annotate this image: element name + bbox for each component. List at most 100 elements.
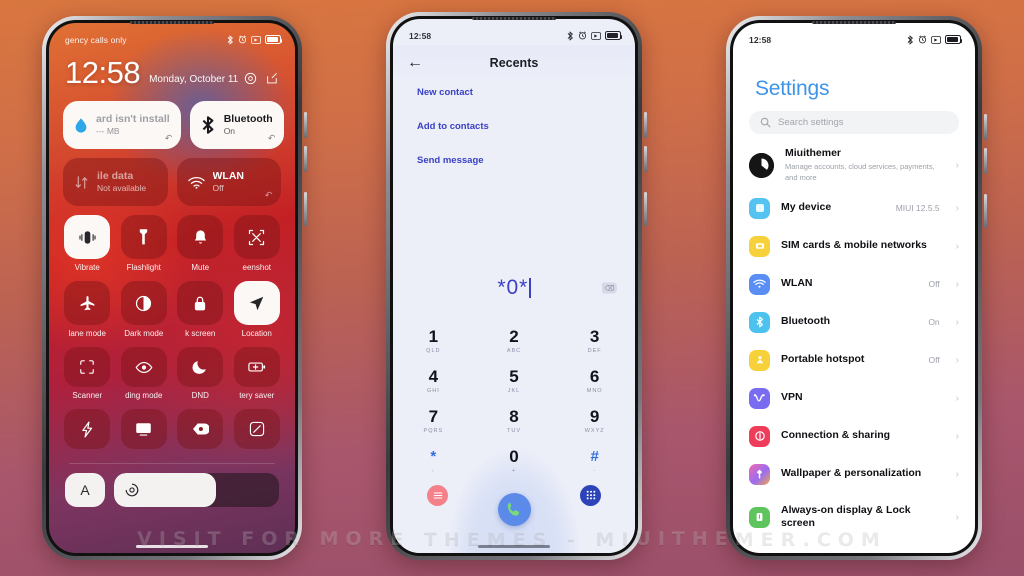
side-button-volume-down[interactable] bbox=[644, 146, 647, 172]
edit-icon[interactable] bbox=[266, 72, 279, 85]
settings-row-sim-cards[interactable]: SIM cards & mobile networks › bbox=[733, 227, 975, 265]
side-button-volume-up[interactable] bbox=[984, 114, 987, 140]
key-6[interactable]: 6 MNO bbox=[554, 361, 635, 401]
key-4[interactable]: 4 GHI bbox=[393, 361, 474, 401]
settings-label: VPN bbox=[781, 391, 803, 404]
tile-expand-arrow[interactable]: ↷ bbox=[164, 132, 173, 144]
settings-row-connection-sharing[interactable]: Connection & sharing › bbox=[733, 417, 975, 455]
quick-settings-grid-row-4 bbox=[63, 409, 281, 453]
home-indicator[interactable] bbox=[136, 545, 208, 548]
tile-reading-mode[interactable]: ding mode bbox=[120, 347, 169, 400]
tile-vibrate[interactable]: Vibrate bbox=[63, 215, 112, 272]
key-7-sub: PQRS bbox=[423, 428, 444, 434]
page-title: Settings bbox=[755, 77, 830, 100]
tile-cast[interactable] bbox=[120, 409, 169, 453]
key-1[interactable]: 1 QLD bbox=[393, 321, 474, 361]
tile-mute[interactable]: Mute bbox=[176, 215, 225, 272]
settings-label: WLAN bbox=[781, 277, 813, 290]
key-7[interactable]: 7 PQRS bbox=[393, 401, 474, 441]
settings-row-aod-lockscreen[interactable]: Always-on display & Lock screen › bbox=[733, 493, 975, 541]
key-hash[interactable]: #. bbox=[554, 441, 635, 481]
tile-quick-ball[interactable] bbox=[63, 409, 112, 453]
key-8[interactable]: 8 TUV bbox=[474, 401, 555, 441]
keypad-icon[interactable] bbox=[580, 485, 601, 506]
side-button-volume-up[interactable] bbox=[304, 112, 307, 138]
key-0[interactable]: 0 + bbox=[474, 441, 555, 481]
tile-mute-label: Mute bbox=[191, 263, 210, 272]
home-indicator[interactable] bbox=[478, 545, 550, 548]
water-drop-icon bbox=[75, 117, 87, 133]
side-button-volume-up[interactable] bbox=[644, 112, 647, 138]
settings-value: MIUI 12.5.5 bbox=[895, 203, 940, 213]
dialer-header: ← Recents bbox=[393, 45, 635, 81]
settings-screen: 12:58 Settings Search settings Miuitheme… bbox=[733, 23, 975, 553]
tile-expand-arrow[interactable]: ↷ bbox=[267, 132, 276, 144]
tile-flashlight[interactable]: Flashlight bbox=[120, 215, 169, 272]
settings-gear-icon[interactable] bbox=[244, 72, 257, 85]
quick-settings-big-row-2: ile data Not available WLAN Off ↷ bbox=[63, 158, 281, 206]
font-size-button[interactable]: A bbox=[65, 473, 105, 507]
tile-airplane-mode[interactable]: lane mode bbox=[63, 281, 112, 338]
phone-dialer: 12:58 ← Recents New contact Add to conta… bbox=[386, 12, 647, 560]
settings-label: Connection & sharing bbox=[781, 429, 891, 442]
tile-auto-rotate[interactable] bbox=[233, 409, 282, 453]
lockscreen-control-center: gency calls only 12:58 Monday, October 1… bbox=[49, 23, 295, 553]
menu-send-message[interactable]: Send message bbox=[417, 155, 611, 166]
menu-add-to-contacts[interactable]: Add to contacts bbox=[417, 121, 611, 132]
menu-new-contact[interactable]: New contact bbox=[417, 87, 611, 98]
side-button-power[interactable] bbox=[304, 192, 307, 226]
tile-screenshot[interactable]: eenshot bbox=[233, 215, 282, 272]
settings-row-portable-hotspot[interactable]: Portable hotspot Off › bbox=[733, 341, 975, 379]
tile-sd-card[interactable]: ard isn't install --- MB ↷ bbox=[63, 101, 181, 149]
tile-location[interactable]: Location bbox=[233, 281, 282, 338]
settings-row-vpn[interactable]: VPN › bbox=[733, 379, 975, 417]
tile-scanner[interactable]: Scanner bbox=[63, 347, 112, 400]
quick-settings-grid-row-2: lane mode Dark mode k screen Location bbox=[63, 281, 281, 338]
side-button-volume-down[interactable] bbox=[984, 148, 987, 174]
tile-dark-mode[interactable]: Dark mode bbox=[120, 281, 169, 338]
dialed-number[interactable]: *0* bbox=[497, 276, 528, 300]
search-input[interactable]: Search settings bbox=[749, 111, 959, 134]
clock-time: 12:58 bbox=[65, 55, 141, 90]
tile-wlan[interactable]: WLAN Off ↷ bbox=[176, 158, 281, 206]
rotate-icon bbox=[233, 409, 280, 449]
key-3[interactable]: 3 DEF bbox=[554, 321, 635, 361]
statusbar-icons bbox=[227, 34, 282, 45]
key-star[interactable]: *, bbox=[393, 441, 474, 481]
dialer-number-row: *0* ⌫ bbox=[393, 269, 635, 307]
side-button-power[interactable] bbox=[984, 194, 987, 228]
side-button-power[interactable] bbox=[644, 192, 647, 226]
tile-expand-arrow[interactable]: ↷ bbox=[265, 189, 274, 201]
tile-battery-saver[interactable]: tery saver bbox=[233, 347, 282, 400]
tile-reading-tag[interactable] bbox=[176, 409, 225, 453]
dialer-screen: 12:58 ← Recents New contact Add to conta… bbox=[393, 19, 635, 553]
settings-label: SIM cards & mobile networks bbox=[781, 239, 927, 252]
settings-row-bluetooth[interactable]: Bluetooth On › bbox=[733, 303, 975, 341]
settings-row-account[interactable]: Miuithemer Manage accounts, cloud servic… bbox=[733, 141, 975, 189]
settings-row-wallpaper[interactable]: Wallpaper & personalization › bbox=[733, 455, 975, 493]
key-1-sub: QLD bbox=[426, 348, 441, 354]
backspace-icon[interactable]: ⌫ bbox=[602, 282, 617, 294]
key-6-digit: 6 bbox=[589, 367, 600, 386]
tile-dnd[interactable]: DND bbox=[176, 347, 225, 400]
account-subtitle: Manage accounts, cloud services, payment… bbox=[785, 162, 935, 182]
settings-row-wlan[interactable]: WLAN Off › bbox=[733, 265, 975, 303]
key-4-sub: GHI bbox=[426, 388, 440, 394]
settings-row-my-device[interactable]: My device MIUI 12.5.5 › bbox=[733, 189, 975, 227]
call-icon[interactable] bbox=[497, 493, 531, 526]
tile-lock-screen[interactable]: k screen bbox=[176, 281, 225, 338]
back-arrow-icon[interactable]: ← bbox=[407, 55, 423, 71]
battery-plus-icon bbox=[233, 347, 280, 387]
tile-bluetooth[interactable]: Bluetooth On ↷ bbox=[189, 101, 284, 149]
brightness-slider[interactable] bbox=[114, 473, 279, 507]
key-5-digit: 5 bbox=[509, 367, 519, 386]
key-9[interactable]: 9 WXYZ bbox=[554, 401, 635, 441]
key-2[interactable]: 2 ABC bbox=[474, 321, 555, 361]
side-button-volume-down[interactable] bbox=[304, 146, 307, 172]
tile-battery-saver-label: tery saver bbox=[239, 391, 275, 400]
contrast-icon bbox=[120, 281, 167, 325]
tile-mobile-data[interactable]: ile data Not available bbox=[63, 158, 168, 206]
recents-list-icon[interactable] bbox=[427, 485, 448, 506]
lockscreen-quick-icons bbox=[244, 72, 279, 85]
key-5[interactable]: 5 JKL bbox=[474, 361, 555, 401]
